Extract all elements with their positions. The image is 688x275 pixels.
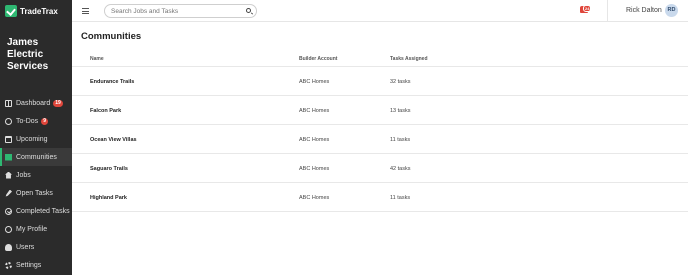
company-name: James Electric Services: [7, 37, 49, 72]
builder-account: ABC Homes: [299, 137, 330, 143]
table-row[interactable]: Endurance Trails ABC Homes 32 tasks: [72, 67, 688, 96]
brand[interactable]: TradeTrax: [0, 0, 72, 22]
sidebar-item-label: Users: [16, 243, 35, 251]
tasks-assigned: 32 tasks: [390, 79, 411, 85]
notification-count-badge: 24: [583, 5, 592, 12]
sidebar-item-open-tasks[interactable]: Open Tasks: [0, 184, 72, 202]
gear-icon: [5, 261, 12, 269]
table-row[interactable]: Highland Park ABC Homes 11 tasks: [72, 183, 688, 212]
community-name[interactable]: Highland Park: [90, 195, 127, 201]
sidebar: TradeTrax James Electric Services Dashbo…: [0, 0, 72, 275]
column-header-builder-account[interactable]: Builder Account: [299, 56, 337, 62]
sidebar-item-label: Jobs: [16, 171, 31, 179]
menu-icon[interactable]: [82, 8, 89, 14]
brand-name: TradeTrax: [20, 6, 58, 16]
table-header: Name Builder Account Tasks Assigned: [72, 51, 688, 67]
sidebar-item-jobs[interactable]: Jobs: [0, 166, 72, 184]
tasks-assigned: 13 tasks: [390, 108, 411, 114]
user-name[interactable]: Rick Dalton: [626, 7, 662, 14]
sidebar-item-communities[interactable]: Communities: [0, 148, 72, 166]
community-name[interactable]: Saguaro Trails: [90, 166, 128, 172]
sidebar-item-upcoming[interactable]: Upcoming: [0, 130, 72, 148]
builder-account: ABC Homes: [299, 108, 330, 114]
sidebar-item-label: Open Tasks: [16, 189, 53, 197]
tradetrax-logo-icon: [5, 5, 17, 17]
wrench-icon: [5, 189, 12, 197]
main-content: Communities Name Builder Account Tasks A…: [72, 23, 688, 275]
search-icon[interactable]: [246, 8, 251, 13]
sidebar-item-label: Dashboard: [16, 99, 51, 107]
builder-account: ABC Homes: [299, 79, 330, 85]
sidebar-item-dashboard[interactable]: Dashboard 19: [0, 94, 72, 112]
sidebar-item-users[interactable]: Users: [0, 238, 72, 256]
building-icon: [5, 153, 12, 161]
column-header-name[interactable]: Name: [90, 56, 104, 62]
sidebar-item-my-profile[interactable]: My Profile: [0, 220, 72, 238]
sidebar-item-label: To-Dos: [16, 117, 39, 125]
header-divider: [607, 0, 608, 22]
sidebar-nav: Dashboard 19 To-Dos 9 Upcoming Communiti…: [0, 94, 72, 274]
todos-count-badge: 9: [41, 117, 48, 125]
community-name[interactable]: Ocean View Villas: [90, 137, 137, 143]
page-title: Communities: [81, 31, 142, 42]
community-name[interactable]: Falcon Park: [90, 108, 121, 114]
table-row[interactable]: Ocean View Villas ABC Homes 11 tasks: [72, 125, 688, 154]
user-circle-icon: [5, 225, 12, 233]
home-icon: [5, 171, 12, 179]
calendar-icon: [5, 135, 12, 143]
tasks-assigned: 11 tasks: [390, 137, 411, 143]
sidebar-item-completed-tasks[interactable]: Completed Tasks: [0, 202, 72, 220]
search-input[interactable]: [104, 4, 257, 18]
check-done-icon: [5, 207, 12, 215]
sidebar-item-settings[interactable]: Settings: [0, 256, 72, 274]
table-row[interactable]: Falcon Park ABC Homes 13 tasks: [72, 96, 688, 125]
sidebar-item-todos[interactable]: To-Dos 9: [0, 112, 72, 130]
tasks-assigned: 42 tasks: [390, 166, 411, 172]
column-header-tasks-assigned[interactable]: Tasks Assigned: [390, 56, 428, 62]
dashboard-icon: [5, 99, 12, 107]
sidebar-item-label: Communities: [16, 153, 57, 161]
table-row[interactable]: Saguaro Trails ABC Homes 42 tasks: [72, 154, 688, 183]
dashboard-count-badge: 19: [53, 99, 63, 107]
users-icon: [5, 243, 12, 251]
sidebar-item-label: Completed Tasks: [16, 207, 70, 215]
communities-table: Name Builder Account Tasks Assigned Endu…: [72, 51, 688, 212]
sidebar-item-label: Settings: [16, 261, 42, 269]
sidebar-item-label: My Profile: [16, 225, 48, 233]
builder-account: ABC Homes: [299, 166, 330, 172]
top-bar: 24 Rick Dalton RD: [72, 0, 688, 22]
tasks-assigned: 11 tasks: [390, 195, 411, 201]
builder-account: ABC Homes: [299, 195, 330, 201]
avatar[interactable]: RD: [665, 4, 678, 17]
community-name[interactable]: Endurance Trails: [90, 79, 134, 85]
check-circle-icon: [5, 117, 12, 125]
sidebar-item-label: Upcoming: [16, 135, 48, 143]
